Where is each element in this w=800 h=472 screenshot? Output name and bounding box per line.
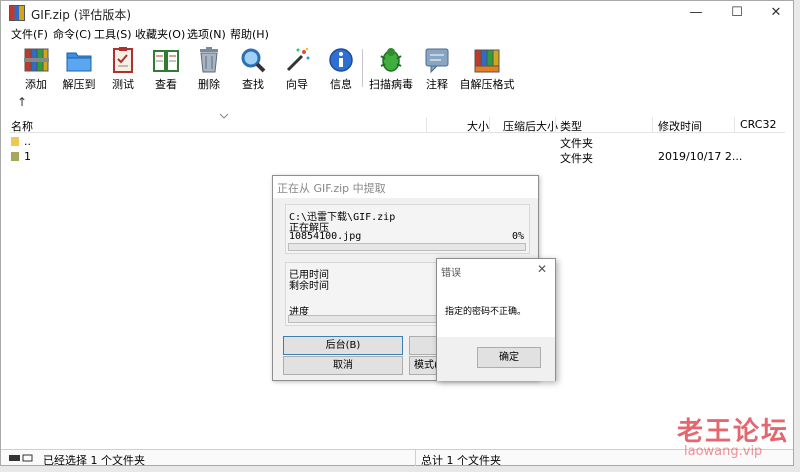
column-crc32[interactable]: CRC32 — [740, 118, 776, 131]
toolbar-sfx-button[interactable]: 自解压格式 — [460, 45, 515, 91]
file-percent: 0% — [511, 231, 524, 242]
cancel-button[interactable]: 取消 — [283, 356, 403, 375]
trash-icon — [200, 47, 218, 73]
sfx-icon — [474, 49, 500, 73]
folder-extract-icon — [66, 52, 92, 72]
winrar-app-icon — [9, 5, 25, 21]
menu-commands[interactable]: 命令(C) — [53, 26, 91, 42]
column-divider — [652, 117, 653, 133]
toolbar-sfx-label: 自解压格式 — [459, 78, 515, 91]
address-bar: ↑ — [9, 93, 785, 119]
background-window-strip — [794, 0, 800, 472]
error-dialog-title: 错误 — [441, 268, 461, 279]
error-message: 指定的密码不正确。 — [445, 307, 527, 317]
row-name: 1 — [24, 150, 31, 163]
current-file: 10854100.jpg — [289, 231, 362, 242]
up-folder-icon[interactable]: ↑ — [17, 95, 27, 109]
menu-tools[interactable]: 工具(S) — [94, 26, 132, 42]
toolbar-info-button[interactable]: 信息 — [317, 45, 365, 91]
error-dialog-footer: 确定 — [437, 337, 555, 381]
row-type: 文件夹 — [560, 152, 593, 165]
ok-button[interactable]: 确定 — [477, 347, 541, 368]
file-list-header: 名称 大小 压缩后大小 类型 修改时间 CRC32 — [9, 117, 785, 133]
row-name: .. — [24, 135, 31, 148]
remaining-time-label: 剩余时间 — [289, 281, 329, 292]
window-title: GIF.zip (评估版本) — [31, 8, 132, 22]
status-bar: 已经选择 1 个文件夹 总计 1 个文件夹 — [1, 449, 793, 467]
error-dialog: 错误 ✕ 指定的密码不正确。 确定 — [436, 258, 556, 381]
column-packed-size[interactable]: 压缩后大小 — [503, 118, 558, 134]
info-icon — [329, 48, 353, 72]
list-row-folder-1[interactable]: 1 文件夹 2019/10/17 2... — [9, 149, 785, 165]
list-row-parent[interactable]: .. 文件夹 — [9, 134, 785, 150]
column-modified[interactable]: 修改时间 — [658, 118, 702, 134]
column-divider — [555, 117, 556, 133]
close-icon[interactable]: ✕ — [537, 262, 547, 276]
column-name[interactable]: 名称 — [11, 118, 33, 134]
clipboard-check-icon — [113, 47, 133, 73]
watermark-title: 老王论坛 — [677, 417, 790, 447]
column-divider — [426, 117, 427, 133]
menu-help[interactable]: 帮助(H) — [230, 26, 269, 42]
folder-icon — [11, 152, 19, 161]
title-bar[interactable]: GIF.zip (评估版本) — ☐ ✕ — [1, 1, 793, 25]
row-modified: 2019/10/17 2... — [658, 150, 743, 163]
menu-favorites[interactable]: 收藏夹(O) — [135, 26, 185, 42]
book-view-icon — [153, 50, 179, 72]
column-size[interactable]: 大小 — [467, 118, 489, 134]
toolbar-comment-button[interactable]: 注释 — [413, 45, 461, 91]
magnifier-icon — [241, 48, 266, 73]
menu-options[interactable]: 选项(N) — [187, 26, 226, 42]
background-taskbar-strip — [0, 466, 800, 472]
comment-icon — [425, 48, 449, 74]
column-divider — [734, 117, 735, 133]
folder-icon — [11, 137, 19, 146]
column-type[interactable]: 类型 — [560, 118, 582, 134]
minimize-button[interactable]: — — [679, 1, 713, 25]
extract-file-group: C:\迅雷下载\GIF.zip 正在解压 10854100.jpg 0% — [285, 204, 530, 254]
menu-bar: 文件(F) 命令(C) 工具(S) 收藏夹(O) 选项(N) 帮助(H) — [1, 25, 793, 43]
toolbar: 添加 解压到 测试 查看 删除 查找 向导 信息 扫描病毒 注释 自解压格式 — [1, 43, 793, 93]
books-add-icon — [24, 48, 49, 72]
background-button[interactable]: 后台(B) — [283, 336, 403, 355]
wand-icon — [286, 47, 310, 72]
maximize-button[interactable]: ☐ — [720, 1, 754, 25]
watermark-url: laowang.vip — [684, 444, 763, 459]
bug-scan-icon — [380, 48, 402, 72]
status-divider — [415, 450, 416, 466]
drive-icon[interactable] — [9, 453, 33, 463]
file-progress-bar — [288, 243, 526, 251]
close-button[interactable]: ✕ — [759, 1, 793, 25]
menu-file[interactable]: 文件(F) — [11, 26, 48, 42]
extract-dialog-title: 正在从 GIF.zip 中提取 — [273, 176, 538, 198]
column-divider — [489, 117, 490, 133]
